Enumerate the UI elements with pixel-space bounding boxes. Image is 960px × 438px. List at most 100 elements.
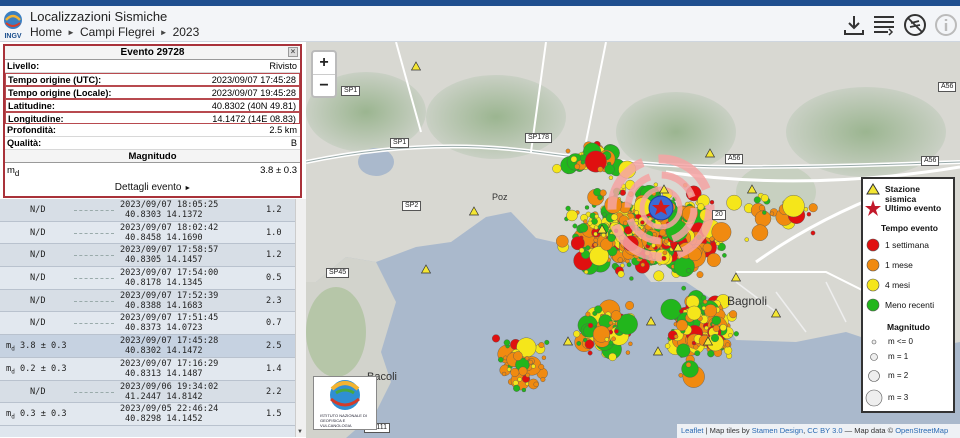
- quake-marker[interactable]: [659, 229, 667, 237]
- quake-marker[interactable]: [711, 334, 720, 343]
- quake-marker[interactable]: [552, 163, 562, 174]
- quake-marker[interactable]: [594, 305, 603, 314]
- quake-marker[interactable]: [744, 237, 749, 242]
- details-link[interactable]: Dettagli evento ►: [0, 178, 306, 198]
- quake-marker[interactable]: [760, 194, 769, 203]
- download-icon[interactable]: [842, 13, 866, 37]
- quake-marker[interactable]: [599, 189, 607, 197]
- breadcrumb-campi-flegrei[interactable]: Campi Flegrei: [80, 25, 155, 39]
- quake-marker[interactable]: [712, 324, 720, 332]
- quake-marker[interactable]: [625, 350, 631, 355]
- quake-marker[interactable]: [678, 372, 684, 378]
- quake-marker[interactable]: [634, 210, 639, 216]
- list-scrollbar[interactable]: ▼: [295, 199, 306, 437]
- quake-marker[interactable]: [517, 377, 522, 382]
- quake-marker[interactable]: [697, 203, 705, 211]
- quake-marker[interactable]: [538, 363, 545, 370]
- quake-marker[interactable]: [565, 148, 571, 154]
- quake-marker[interactable]: [706, 252, 721, 267]
- quake-marker[interactable]: [762, 210, 767, 215]
- quake-marker[interactable]: [587, 350, 593, 356]
- quake-marker[interactable]: [555, 234, 569, 248]
- quake-marker[interactable]: [694, 350, 701, 357]
- quake-marker[interactable]: [601, 232, 606, 238]
- quake-marker[interactable]: [676, 343, 691, 358]
- event-list-row[interactable]: N/D 2023/09/07 18:05:25 40.8303 14.1372 1.2: [0, 199, 295, 222]
- quake-marker[interactable]: [660, 298, 682, 320]
- event-list-row[interactable]: N/D 2023/09/06 19:34:02 41.2447 14.8142 2.2: [0, 380, 295, 404]
- quake-marker[interactable]: [585, 311, 591, 317]
- breadcrumb-year[interactable]: 2023: [173, 25, 200, 39]
- quake-marker[interactable]: [597, 166, 604, 173]
- quake-marker[interactable]: [608, 175, 614, 180]
- quake-marker[interactable]: [593, 231, 598, 237]
- quake-marker[interactable]: [679, 309, 684, 314]
- quake-marker[interactable]: [506, 367, 512, 372]
- quake-marker[interactable]: [685, 362, 692, 368]
- list-icon[interactable]: [872, 13, 896, 37]
- quake-marker[interactable]: [570, 155, 578, 163]
- quake-marker[interactable]: [533, 381, 539, 388]
- quake-marker[interactable]: [702, 243, 713, 253]
- quake-marker[interactable]: [513, 351, 523, 361]
- quake-marker[interactable]: [588, 322, 594, 329]
- quake-marker[interactable]: [696, 271, 704, 279]
- quake-marker[interactable]: [653, 270, 665, 282]
- quake-marker[interactable]: [608, 352, 617, 362]
- quake-marker[interactable]: [544, 339, 550, 345]
- quake-marker[interactable]: [725, 342, 731, 348]
- quake-marker[interactable]: [711, 222, 732, 243]
- quake-marker[interactable]: [593, 242, 598, 248]
- quake-marker[interactable]: [704, 325, 709, 331]
- quake-marker[interactable]: [622, 220, 628, 226]
- quake-marker[interactable]: [503, 339, 511, 346]
- quake-marker[interactable]: [593, 237, 599, 243]
- zoom-out-button[interactable]: −: [313, 74, 335, 96]
- quake-marker[interactable]: [580, 160, 586, 165]
- quake-marker[interactable]: [810, 230, 816, 236]
- quake-marker[interactable]: [722, 253, 727, 258]
- quake-marker[interactable]: [573, 330, 581, 338]
- quake-marker[interactable]: [640, 262, 645, 268]
- quake-marker[interactable]: [528, 359, 533, 365]
- quake-marker[interactable]: [578, 223, 589, 233]
- osm-link[interactable]: OpenStreetMap: [895, 426, 948, 435]
- quake-marker[interactable]: [608, 340, 614, 346]
- quake-marker[interactable]: [681, 285, 687, 291]
- quake-marker[interactable]: [604, 337, 609, 342]
- quake-marker[interactable]: [617, 270, 625, 278]
- no-layers-icon[interactable]: [903, 13, 927, 37]
- event-list-row[interactable]: md 0.2 ± 0.3 2023/09/07 17:16:29 40.8313 1…: [0, 357, 295, 381]
- quake-marker[interactable]: [584, 205, 590, 210]
- quake-marker[interactable]: [724, 346, 733, 355]
- quake-marker[interactable]: [626, 262, 632, 268]
- quake-marker[interactable]: [521, 387, 527, 393]
- quake-marker[interactable]: [726, 194, 742, 211]
- quake-marker[interactable]: [608, 320, 614, 326]
- quake-marker[interactable]: [709, 199, 715, 205]
- quake-marker[interactable]: [640, 220, 645, 225]
- quake-marker[interactable]: [686, 268, 692, 274]
- scroll-down-icon[interactable]: ▼: [297, 429, 303, 435]
- quake-marker[interactable]: [512, 380, 519, 386]
- quake-marker[interactable]: [704, 304, 718, 318]
- quake-marker[interactable]: [565, 205, 571, 212]
- info-icon[interactable]: [934, 13, 958, 37]
- quake-marker[interactable]: [676, 319, 688, 332]
- quake-marker[interactable]: [579, 247, 585, 254]
- ingv-map-logo[interactable]: ISTITUTO NAZIONALE DI GEOFISICA E VULCAN…: [313, 376, 377, 430]
- quake-marker[interactable]: [806, 211, 812, 217]
- quake-marker[interactable]: [602, 212, 607, 217]
- quake-marker[interactable]: [673, 334, 679, 339]
- cc-link[interactable]: CC BY 3.0: [807, 426, 842, 435]
- quake-marker[interactable]: [610, 213, 618, 221]
- quake-marker[interactable]: [707, 350, 715, 358]
- event-list-row[interactable]: N/D 2023/09/07 18:02:42 40.8458 14.1690 1.0: [0, 221, 295, 245]
- quake-marker[interactable]: [661, 255, 667, 261]
- quake-marker[interactable]: [782, 195, 805, 218]
- quake-marker[interactable]: [758, 204, 766, 212]
- quake-marker[interactable]: [574, 163, 581, 170]
- quake-marker[interactable]: [538, 342, 545, 349]
- quake-marker[interactable]: [572, 223, 578, 229]
- zoom-in-button[interactable]: +: [313, 52, 335, 74]
